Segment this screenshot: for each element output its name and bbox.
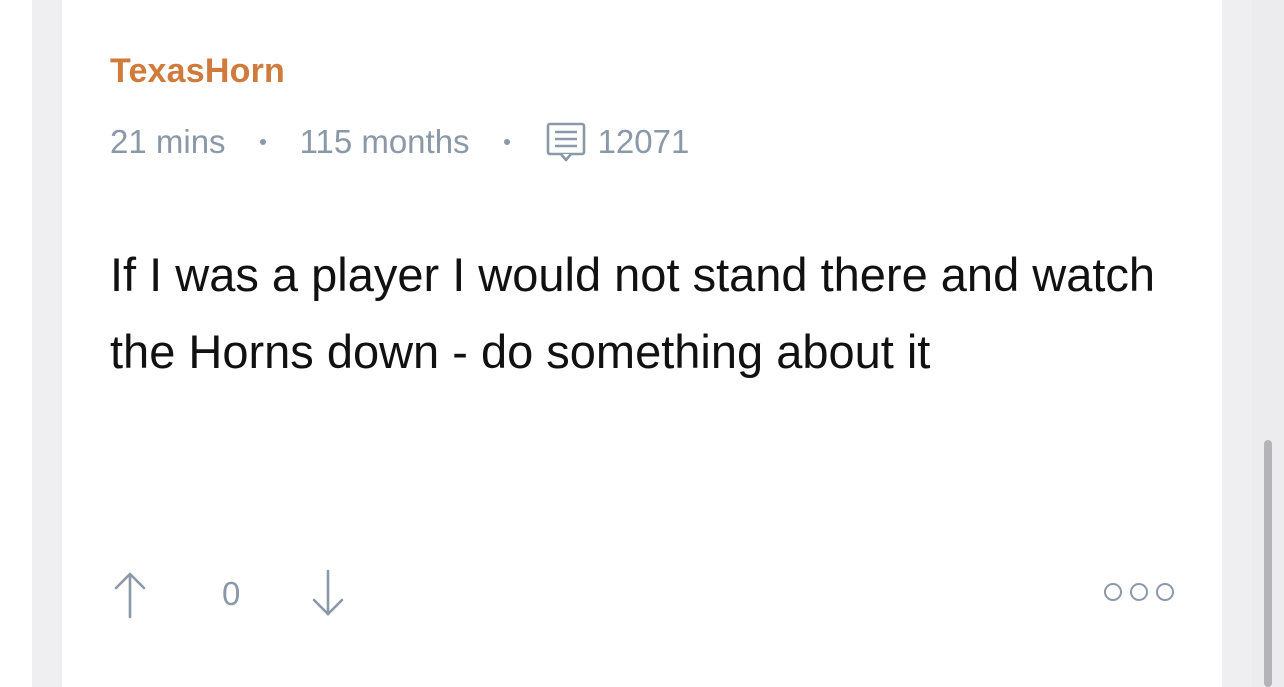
separator-dot [503,139,510,145]
comment-meta: 21 mins 115 months 12071 [110,120,689,164]
more-dot [1156,583,1174,601]
account-age: 115 months [299,123,470,160]
left-gutter [0,0,32,687]
comment-bubble-icon [544,120,588,164]
comment-time: 21 mins [110,123,226,160]
page: TexasHorn 21 mins 115 months 12071 If I … [0,0,1284,687]
vote-controls: 0 [110,564,348,624]
user-comment-count: 12071 [597,123,690,160]
upvote-button[interactable] [110,566,150,622]
more-options-icon[interactable] [1104,572,1174,612]
separator-dot [259,139,266,145]
downvote-button[interactable] [308,566,348,622]
comment-card: TexasHorn 21 mins 115 months 12071 If I … [62,0,1222,687]
vote-score: 0 [222,575,241,612]
arrow-up-icon [114,572,146,619]
more-dot [1104,583,1122,601]
comment-body: If I was a player I would not stand ther… [110,248,1156,378]
scrollbar-thumb[interactable] [1264,440,1272,687]
arrow-down-icon [313,569,344,616]
comment-username[interactable]: TexasHorn [110,52,285,91]
more-dot [1130,583,1148,601]
